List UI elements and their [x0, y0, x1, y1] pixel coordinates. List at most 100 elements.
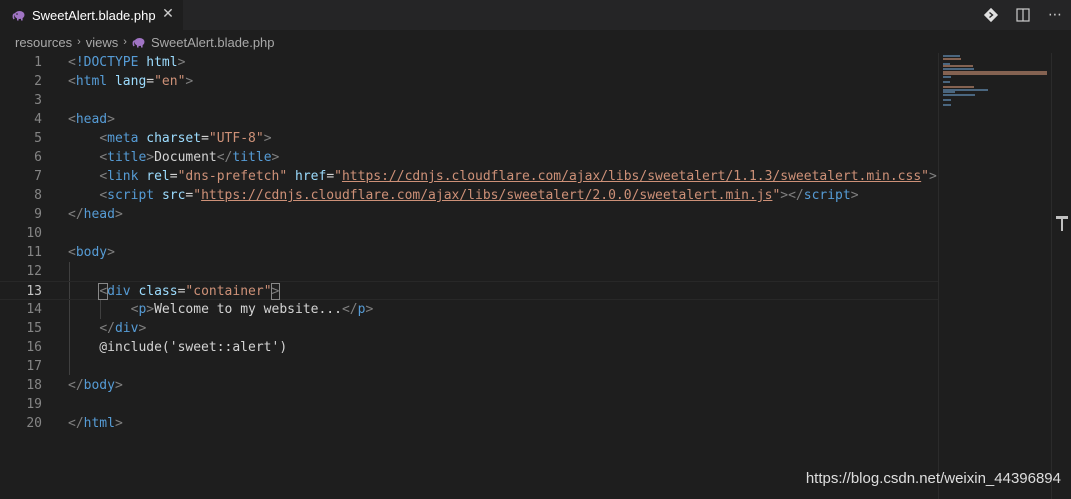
code-token: Document — [154, 150, 217, 165]
code-line[interactable]: 12 — [0, 262, 938, 281]
code-token: > — [107, 245, 115, 260]
php-elephant-icon — [132, 38, 145, 48]
code-token: < — [68, 55, 76, 70]
line-number: 10 — [26, 226, 42, 241]
code-line[interactable]: 13 <div class="container"> — [0, 281, 938, 300]
line-number: 11 — [26, 245, 42, 260]
code-line[interactable]: 17 — [0, 357, 938, 376]
line-number: 14 — [26, 302, 42, 317]
code-line[interactable]: 1 <!DOCTYPE html> — [0, 53, 938, 72]
code-token: < — [68, 245, 76, 260]
code-token: href — [295, 169, 327, 184]
code-token: = — [169, 169, 178, 184]
code-line[interactable]: 7 <link rel="dns-prefetch" href="https:/… — [0, 167, 938, 186]
line-number: 6 — [34, 150, 42, 165]
code-content: <link rel="dns-prefetch" href="https://c… — [68, 167, 937, 186]
code-line[interactable]: 2 <html lang="en"> — [0, 72, 938, 91]
code-token: https://cdnjs.cloudflare.com/ajax/libs/s… — [341, 169, 922, 184]
code-line[interactable]: 5 <meta charset="UTF-8"> — [0, 129, 938, 148]
minimap-line — [943, 94, 976, 96]
split-editor-icon — [1016, 8, 1030, 22]
code-line[interactable]: 16 @include('sweet::alert') — [0, 338, 938, 357]
code-line[interactable]: 3 — [0, 91, 938, 110]
code-editor[interactable]: 1 <!DOCTYPE html> 2 <html lang="en"> 3 4 <head… — [0, 53, 938, 499]
more-actions-button[interactable]: ⋯ — [1039, 0, 1071, 30]
watermark: https://blog.csdn.net/weixin_44396894 — [805, 470, 1061, 487]
code-token: html — [83, 416, 115, 431]
line-number: 12 — [26, 264, 42, 279]
more-actions-icon: ⋯ — [1048, 7, 1062, 23]
code-line[interactable]: 14 <p>Welcome to my website...</p> — [0, 300, 938, 319]
code-line[interactable]: 6 <title>Document</title> — [0, 148, 938, 167]
code-line[interactable]: 11 <body> — [0, 243, 938, 262]
minimap-line — [943, 57, 962, 60]
chevron-right-icon: › — [123, 36, 127, 48]
code-content: <script src="https://cdnjs.cloudflare.co… — [68, 186, 859, 205]
code-token: > — [146, 302, 155, 317]
code-content: <head> — [68, 110, 115, 129]
vertical-scrollbar[interactable] — [1051, 53, 1071, 499]
code-token: > — [928, 169, 937, 184]
breadcrumb: resources › views › SweetAlert.blade.php — [0, 30, 938, 54]
line-number: 1 — [34, 55, 42, 70]
code-content: <meta charset="UTF-8"> — [68, 129, 271, 148]
code-token: > — [850, 188, 859, 203]
code-line[interactable]: 20 </html> — [0, 414, 938, 433]
line-number: 13 — [26, 284, 42, 299]
code-line[interactable]: 18 </body> — [0, 376, 938, 395]
code-token: @include('sweet::alert') — [68, 340, 288, 355]
code-token: > — [114, 207, 123, 222]
code-token: Welcome to my website... — [154, 302, 342, 317]
line-number: 4 — [34, 112, 42, 127]
code-content: <body> — [68, 243, 115, 262]
code-token: charset — [146, 131, 202, 146]
code-token: > — [146, 150, 155, 165]
code-token: = — [201, 131, 209, 146]
code-token: link — [107, 169, 139, 184]
code-token: </ — [341, 302, 358, 317]
line-number: 18 — [26, 378, 42, 393]
code-token: head — [83, 207, 115, 222]
minimap[interactable] — [938, 53, 1051, 499]
code-content: </div> — [68, 319, 146, 338]
line-number: 5 — [34, 131, 42, 146]
code-token: < — [68, 112, 76, 127]
code-line[interactable]: 9 </head> — [0, 205, 938, 224]
code-line[interactable]: 4 <head> — [0, 110, 938, 129]
breadcrumb-item-views[interactable]: views — [86, 35, 119, 50]
code-content: <div class="container"> — [68, 282, 281, 301]
code-content: <html lang="en"> — [68, 72, 193, 91]
code-content: </head> — [68, 205, 123, 224]
code-token: class — [138, 284, 178, 299]
breadcrumb-item-resources[interactable]: resources — [15, 35, 72, 50]
code-token: body — [75, 245, 108, 260]
code-token: > — [107, 112, 115, 127]
split-editor-button[interactable] — [1007, 0, 1039, 30]
close-icon[interactable]: ✕ — [160, 6, 176, 22]
code-token: </ — [68, 378, 84, 393]
tab-sweetalert-blade[interactable]: SweetAlert.blade.php ✕ — [0, 0, 183, 30]
code-token: body — [83, 378, 115, 393]
code-content: <!DOCTYPE html> — [68, 53, 185, 72]
code-token: html — [146, 55, 178, 70]
code-token: = — [146, 74, 155, 89]
code-token: < — [98, 283, 109, 300]
code-line[interactable]: 8 <script src="https://cdnjs.cloudflare.… — [0, 186, 938, 205]
code-line[interactable]: 15 </div> — [0, 319, 938, 338]
chevron-right-icon: › — [77, 36, 81, 48]
line-number: 19 — [26, 397, 42, 412]
code-line[interactable]: 10 — [0, 224, 938, 243]
breadcrumb-item-file[interactable]: SweetAlert.blade.php — [151, 35, 275, 50]
code-token: title — [232, 150, 272, 165]
line-number: 8 — [34, 188, 42, 203]
line-number: 3 — [34, 93, 42, 108]
line-number: 2 — [34, 74, 42, 89]
git-compare-button[interactable] — [975, 0, 1007, 30]
code-line[interactable]: 19 — [0, 395, 938, 414]
code-content: @include('sweet::alert') — [68, 338, 287, 357]
code-token: "container" — [185, 284, 272, 299]
